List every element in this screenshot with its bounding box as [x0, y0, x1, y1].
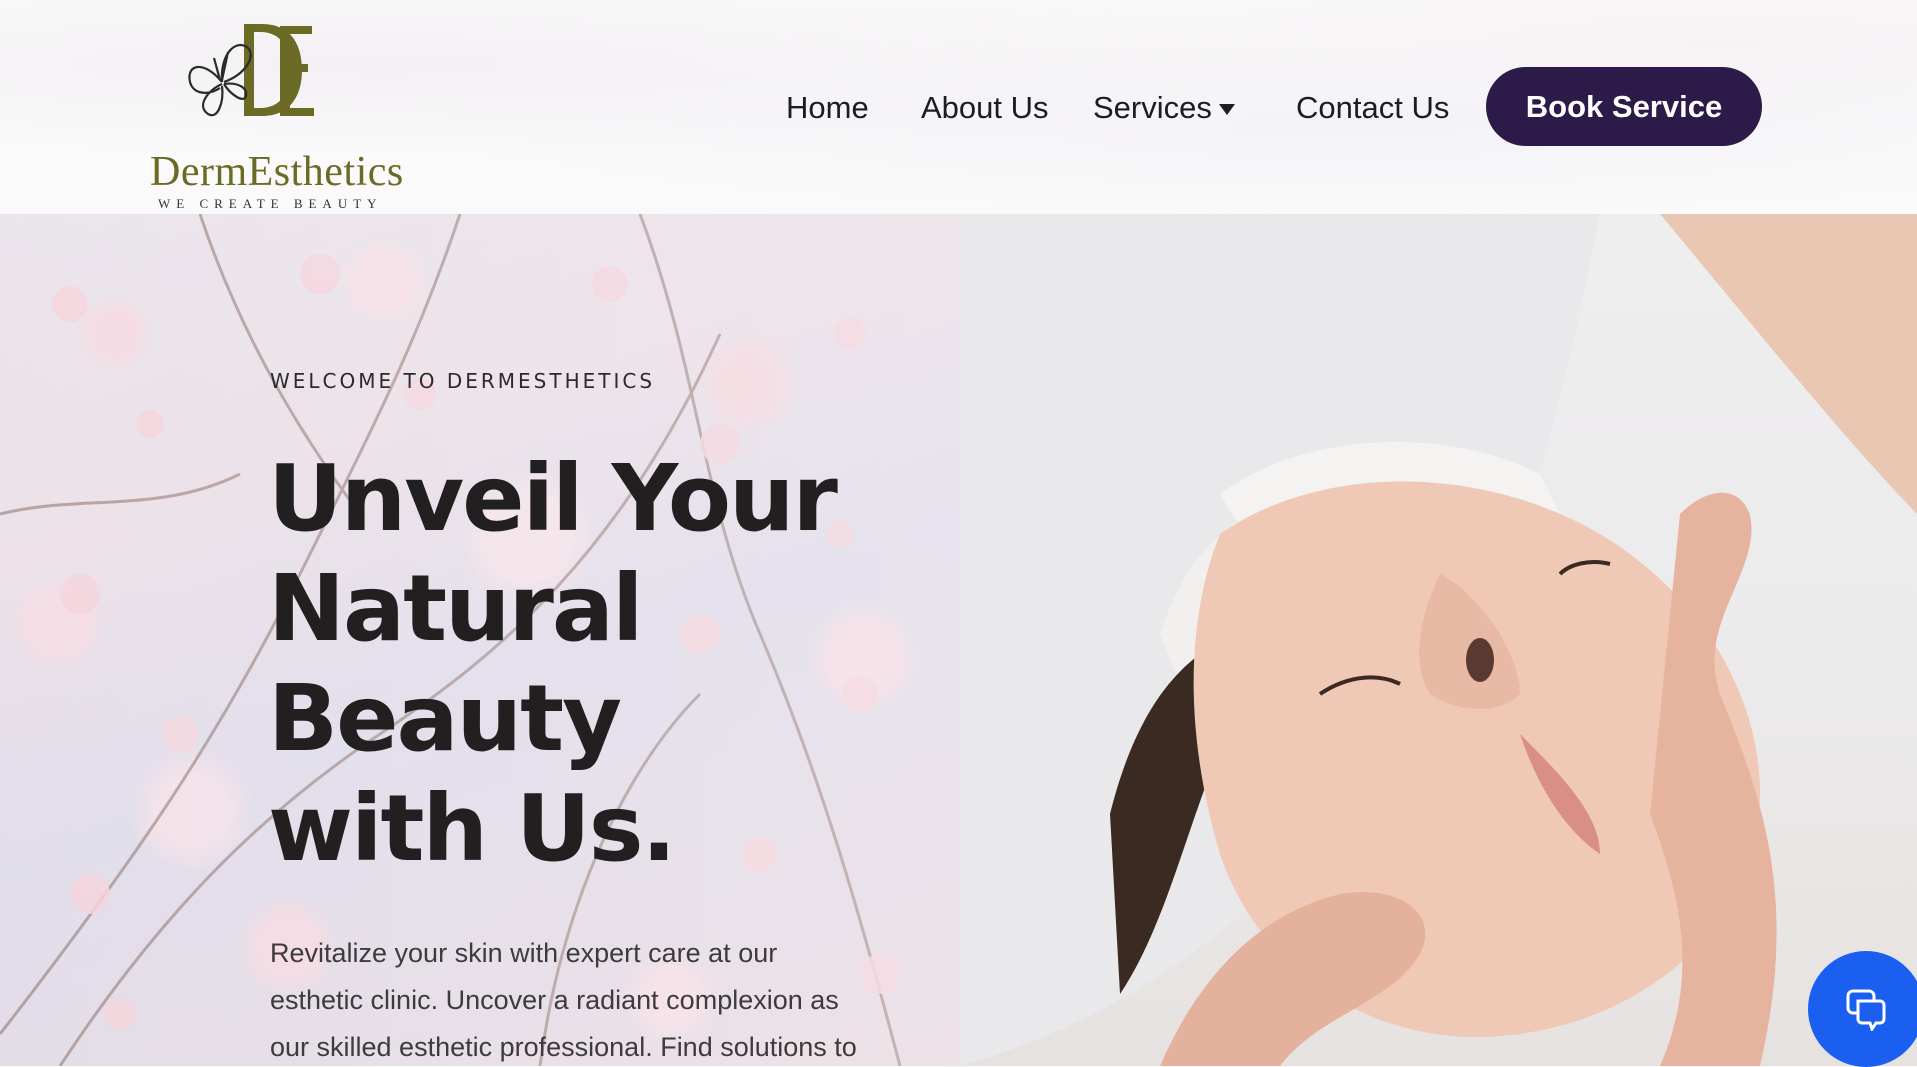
chat-icon: [1846, 989, 1886, 1031]
facial-illustration: [960, 214, 1917, 1066]
facial-treatment-image: [960, 214, 1917, 1066]
butterfly-monogram-logo: [188, 24, 314, 117]
hero-description: Revitalize your skin with expert care at…: [270, 938, 857, 1062]
book-service-button[interactable]: Book Service: [1486, 67, 1762, 146]
hero-headline: Unveil Your Natural Beauty with Us.: [268, 445, 838, 882]
caret-down-icon[interactable]: [1219, 104, 1235, 115]
chat-widget-button[interactable]: [1808, 951, 1917, 1067]
hero-eyebrow: WELCOME TO DERMESTHETICS: [270, 369, 656, 393]
nav-about-us[interactable]: About Us: [921, 86, 1049, 130]
brand-logo[interactable]: DermEsthetics WE CREATE BEAUTY: [148, 20, 404, 211]
brand-name: DermEsthetics: [150, 149, 404, 195]
hero-section: WELCOME TO DERMESTHETICS Unveil Your Nat…: [0, 214, 1917, 1066]
nav-contact-us[interactable]: Contact Us: [1296, 86, 1449, 130]
nav-home[interactable]: Home: [786, 86, 869, 130]
site-header: DermEsthetics WE CREATE BEAUTY Home Abou…: [0, 0, 1917, 214]
brand-tagline: WE CREATE BEAUTY: [158, 196, 383, 211]
nav-services[interactable]: Services: [1093, 86, 1212, 130]
